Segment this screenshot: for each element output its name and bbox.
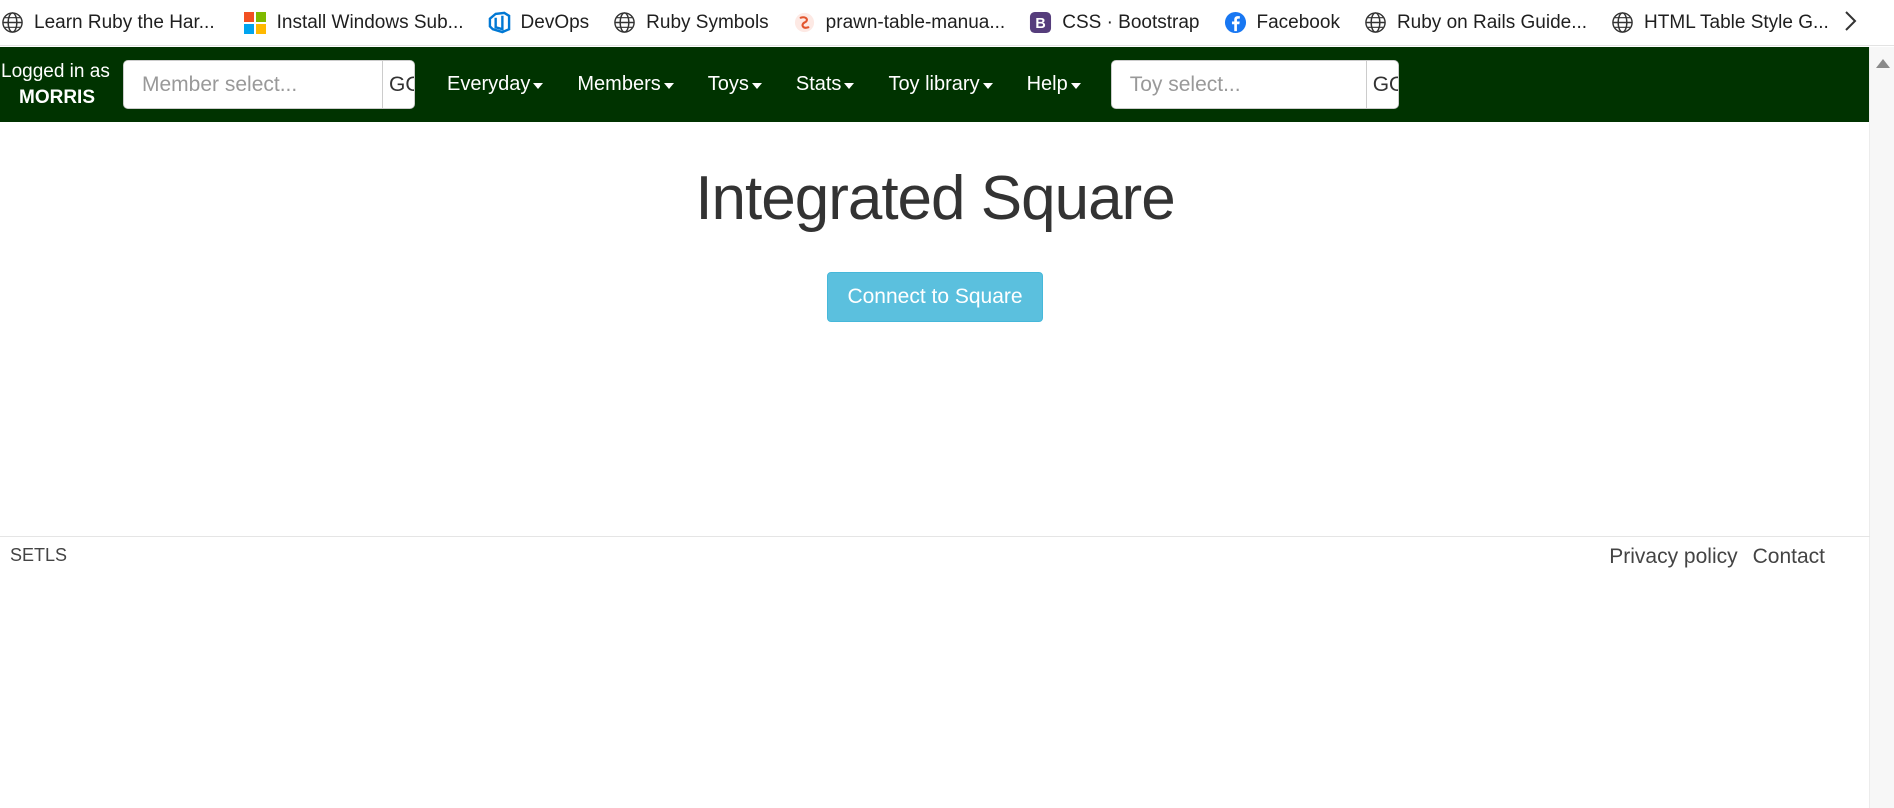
bookmarks-bar: Learn Ruby the Har... Install Windows Su… — [0, 0, 1894, 46]
globe-icon — [0, 10, 25, 35]
member-go-button[interactable]: GO — [382, 61, 414, 108]
connect-to-square-button[interactable]: Connect to Square — [827, 272, 1043, 322]
menu-label: Stats — [795, 73, 842, 95]
bookmark-ruby-symbols[interactable]: Ruby Symbols — [602, 5, 782, 41]
caret-down-icon — [844, 83, 855, 89]
bookmark-label: Learn Ruby the Har... — [34, 11, 215, 33]
toy-go-button[interactable]: GO — [1365, 61, 1398, 108]
menu-stats[interactable]: Stats — [784, 73, 877, 96]
footer-links: Privacy policy Contact — [1609, 545, 1825, 569]
swirl-logo-icon — [792, 10, 817, 35]
page-scrollbar[interactable] — [1869, 47, 1894, 808]
microsoft-logo-icon — [243, 10, 268, 35]
button-wrapper: Connect to Square — [0, 272, 1870, 322]
bookmark-label: Facebook — [1256, 11, 1340, 33]
menu-members[interactable]: Members — [565, 73, 695, 96]
bookmark-devops[interactable]: DevOps — [477, 5, 603, 41]
bookmark-learn-ruby[interactable]: Learn Ruby the Har... — [0, 5, 228, 41]
caret-down-icon — [663, 83, 674, 89]
menu-everyday[interactable]: Everyday — [435, 73, 565, 96]
bookmark-rails-guides[interactable]: Ruby on Rails Guide... — [1353, 5, 1600, 41]
menu-label: Everyday — [447, 73, 531, 95]
bootstrap-logo-icon: B — [1028, 10, 1053, 35]
globe-icon — [1363, 10, 1388, 35]
menu-label: Toys — [707, 73, 749, 95]
footer-divider — [0, 536, 1870, 537]
menu-toy-library[interactable]: Toy library — [876, 73, 1014, 96]
menu-label: Toy library — [888, 73, 980, 95]
globe-icon — [1610, 10, 1635, 35]
bookmark-label: Ruby on Rails Guide... — [1396, 11, 1588, 33]
caret-down-icon — [982, 83, 993, 89]
bookmark-prawn-table[interactable]: prawn-table-manua... — [782, 5, 1019, 41]
bookmark-label: Ruby Symbols — [646, 11, 769, 33]
bookmark-install-windows[interactable]: Install Windows Sub... — [228, 5, 477, 41]
toy-search-group: GO — [1110, 60, 1399, 109]
bookmark-facebook[interactable]: Facebook — [1213, 5, 1353, 41]
main-content: Integrated Square Connect to Square SETL… — [0, 122, 1870, 568]
bookmark-label: DevOps — [520, 11, 590, 33]
bookmark-html-table-style[interactable]: HTML Table Style G... — [1600, 5, 1842, 41]
bookmark-css-bootstrap[interactable]: B CSS · Bootstrap — [1018, 5, 1212, 41]
username: MORRIS — [19, 86, 95, 108]
member-search-input[interactable] — [124, 61, 382, 108]
caret-down-icon — [751, 83, 762, 89]
menu-label: Members — [577, 73, 661, 95]
login-status: Logged in as MORRIS — [0, 59, 123, 111]
contact-link[interactable]: Contact — [1753, 545, 1825, 569]
logged-in-label: Logged in as — [1, 60, 110, 82]
main-menu: Everyday Members Toys Stats Toy library … — [435, 73, 1103, 96]
footer-brand: SETLS — [10, 545, 68, 565]
facebook-logo-icon — [1223, 10, 1248, 35]
privacy-policy-link[interactable]: Privacy policy — [1609, 545, 1737, 569]
member-search-group: GO — [123, 60, 415, 109]
azure-devops-icon — [487, 10, 512, 35]
bookmark-label: CSS · Bootstrap — [1062, 11, 1200, 33]
page-title: Integrated Square — [695, 164, 1175, 233]
caret-down-icon — [533, 83, 544, 89]
bookmark-label: Install Windows Sub... — [276, 11, 464, 33]
bookmark-label: HTML Table Style G... — [1644, 11, 1829, 33]
menu-help[interactable]: Help — [1015, 73, 1103, 96]
globe-icon — [612, 10, 637, 35]
top-navbar: Logged in as MORRIS GO Everyday Members … — [0, 47, 1870, 122]
bookmark-label: prawn-table-manua... — [825, 11, 1006, 33]
toy-search-input[interactable] — [1111, 61, 1366, 108]
menu-label: Help — [1026, 73, 1068, 95]
chevron-right-icon[interactable] — [1842, 9, 1858, 37]
caret-down-icon — [1070, 83, 1081, 89]
scroll-up-arrow-icon[interactable] — [1876, 59, 1890, 68]
menu-toys[interactable]: Toys — [696, 73, 784, 96]
svg-text:B: B — [1036, 16, 1046, 32]
